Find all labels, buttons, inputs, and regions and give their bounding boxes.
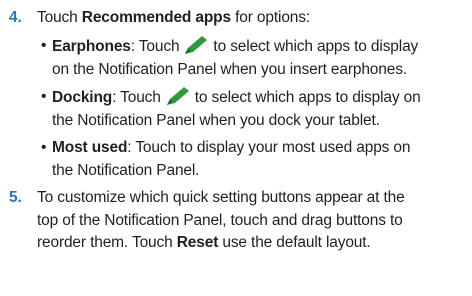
bullet-marker: • — [41, 139, 47, 156]
document-page: 4. Touch Recommended apps for options: •… — [0, 0, 472, 296]
docking-term: Docking — [52, 89, 113, 106]
bullet-body: Most used: Touch to display your most us… — [52, 137, 472, 182]
intro-suffix: for options: — [230, 9, 311, 26]
most-used-term: Most used — [52, 139, 128, 156]
step-5-line3-suffix: use the default layout. — [218, 234, 371, 251]
intro-prefix: Touch — [37, 9, 82, 26]
step-intro: Touch Recommended apps for options: — [37, 7, 467, 30]
earphones-term: Earphones — [52, 38, 131, 55]
step-5-line3-prefix: reorder them. Touch — [37, 234, 177, 251]
earphones-colon: : Touch — [130, 38, 180, 55]
pencil-icon — [182, 35, 210, 55]
pencil-icon — [164, 86, 192, 106]
step-5-text: To customize which quick setting buttons… — [37, 187, 467, 255]
bullet-marker: • — [41, 88, 47, 105]
step-5-line1: To customize which quick setting buttons… — [37, 189, 405, 206]
reset-term: Reset — [176, 234, 219, 251]
bullet-body: Earphones: Touch to select which apps to … — [52, 35, 472, 81]
docking-line2: the Notification Panel when you dock you… — [52, 111, 380, 129]
bullet-body: Docking: Touch to select which apps to di… — [52, 86, 472, 132]
most-used-line1-rest: : Touch to display your most used apps o… — [127, 139, 411, 156]
step-number: 5. — [9, 189, 22, 206]
earphones-line2: on the Notification Panel when you inser… — [52, 60, 407, 78]
step-number: 4. — [9, 9, 22, 26]
recommended-apps-term: Recommended apps — [81, 9, 231, 26]
bullet-marker: • — [41, 37, 47, 54]
docking-line1-rest: to select which apps to display on — [194, 89, 421, 106]
earphones-line1-rest: to select which apps to display — [213, 38, 419, 55]
docking-colon: : Touch — [112, 89, 161, 106]
most-used-line2: the Notification Panel. — [52, 161, 200, 179]
step-5-line2: top of the Notification Panel, touch and… — [37, 211, 403, 229]
